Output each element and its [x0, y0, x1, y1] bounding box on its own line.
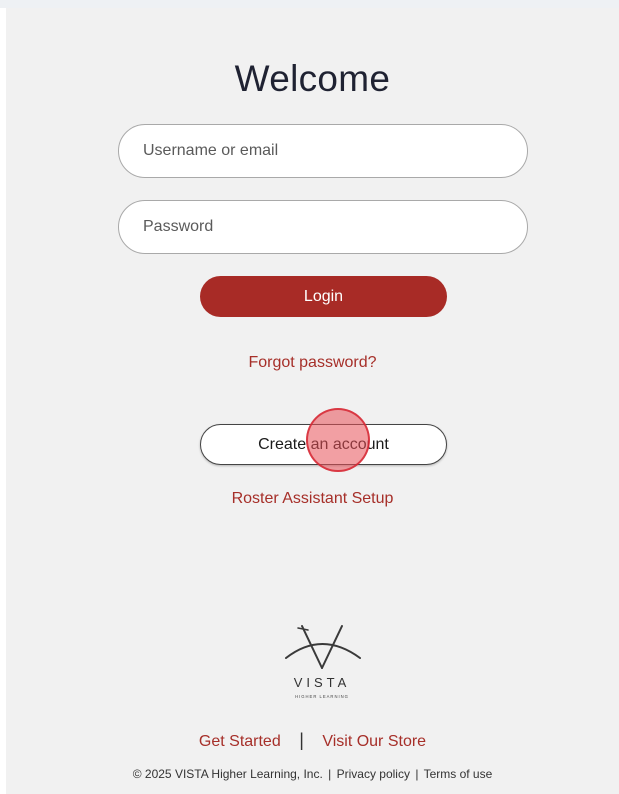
footer-separator: | [299, 730, 304, 750]
password-input[interactable] [118, 200, 528, 254]
copyright-line: © 2025 VISTA Higher Learning, Inc. | Pri… [6, 767, 619, 781]
top-border [0, 0, 619, 8]
logo-wordmark: VISTA [294, 675, 351, 690]
footer-links: Get Started | Visit Our Store [6, 730, 619, 751]
create-account-button[interactable]: Create an account [200, 424, 447, 465]
login-page: Welcome Login Forgot password? Create an… [6, 8, 619, 794]
get-started-link[interactable]: Get Started [199, 733, 281, 750]
visit-store-link[interactable]: Visit Our Store [322, 733, 426, 750]
logo-tagline: HIGHER LEARNING [295, 694, 349, 699]
privacy-policy-link[interactable]: Privacy policy [337, 767, 410, 781]
username-input[interactable] [118, 124, 528, 178]
terms-of-use-link[interactable]: Terms of use [424, 767, 493, 781]
copyright-separator: | [328, 767, 332, 781]
roster-assistant-setup-link[interactable]: Roster Assistant Setup [6, 490, 619, 508]
copyright-text: © 2025 VISTA Higher Learning, Inc. [132, 767, 323, 781]
copyright-separator: | [415, 767, 419, 781]
page-title: Welcome [234, 58, 391, 99]
vista-logo-icon: VISTA HIGHER LEARNING [285, 625, 361, 699]
login-button[interactable]: Login [200, 276, 447, 317]
forgot-password-link[interactable]: Forgot password? [6, 354, 619, 372]
